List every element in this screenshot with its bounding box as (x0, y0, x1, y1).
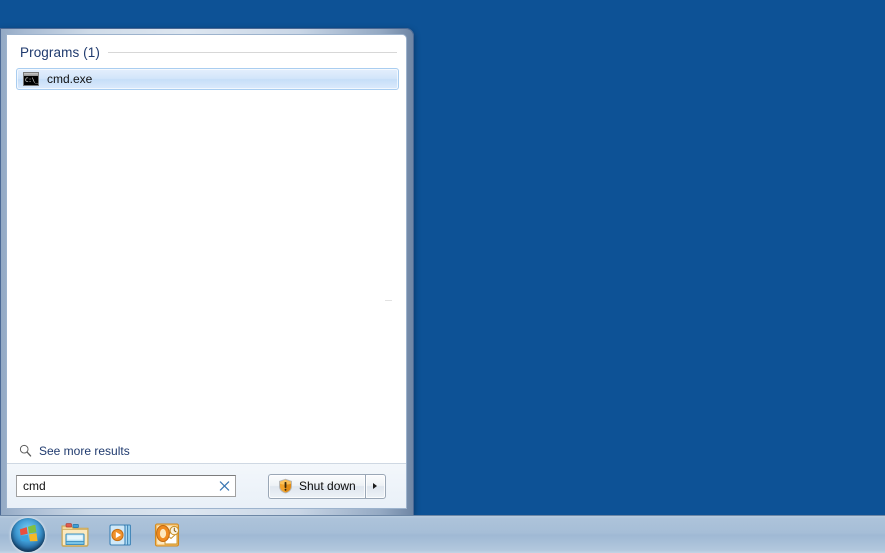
shield-warning-icon (279, 478, 292, 494)
desktop[interactable]: Programs (1) C:\_ cmd.exe See more resul… (0, 0, 885, 553)
search-icon (19, 444, 32, 457)
search-input[interactable] (17, 476, 235, 496)
result-item-label: cmd.exe (47, 72, 93, 86)
start-button[interactable] (4, 517, 52, 553)
folder-explorer-icon (61, 522, 89, 547)
shutdown-button[interactable]: Shut down (268, 473, 365, 499)
see-more-results-button[interactable]: See more results (7, 438, 406, 464)
windows-flag-glyph (19, 525, 38, 542)
search-box[interactable] (16, 475, 236, 497)
taskbar-item-windows-explorer[interactable] (52, 517, 98, 553)
start-menu-bottom-bar: Shut down (7, 464, 406, 508)
shutdown-split-button: Shut down (268, 473, 386, 499)
taskbar (0, 515, 885, 553)
shutdown-options-button[interactable] (364, 473, 386, 499)
shutdown-label: Shut down (299, 479, 356, 493)
group-header-divider (107, 52, 397, 53)
taskbar-item-outlook[interactable] (144, 517, 190, 553)
command-prompt-icon-text: C:\_ (25, 77, 39, 84)
chevron-right-icon (373, 483, 378, 489)
clear-search-icon[interactable] (218, 480, 231, 493)
search-results-area: Programs (1) C:\_ cmd.exe (7, 35, 406, 438)
taskbar-item-windows-media-player[interactable] (98, 517, 144, 553)
panel-artifact-dot (385, 300, 392, 301)
results-group-label: Programs (1) (20, 45, 100, 60)
command-prompt-icon: C:\_ (23, 72, 39, 86)
media-player-icon (109, 523, 131, 546)
windows-logo-icon (11, 517, 45, 552)
see-more-results-label: See more results (39, 443, 130, 458)
outlook-icon (154, 522, 180, 547)
start-menu: Programs (1) C:\_ cmd.exe See more resul… (0, 28, 414, 515)
close-icon (219, 481, 230, 491)
results-group-header: Programs (1) (14, 45, 399, 60)
start-menu-panel: Programs (1) C:\_ cmd.exe See more resul… (6, 34, 407, 509)
result-item-cmd[interactable]: C:\_ cmd.exe (16, 68, 399, 90)
